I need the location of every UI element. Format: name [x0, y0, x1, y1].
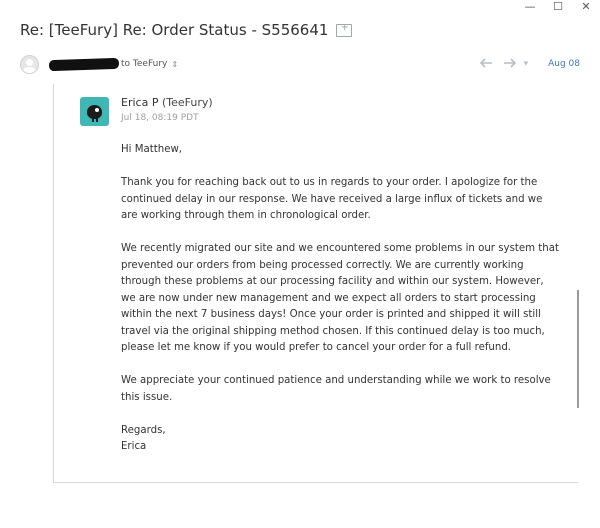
chevron-down-icon[interactable]: ▾ [524, 59, 529, 69]
sender-avatar [20, 54, 39, 74]
reply-icon[interactable] [479, 57, 494, 71]
subject-row: Re: [TeeFury] Re: Order Status - S556641 [20, 18, 580, 42]
message-date[interactable]: Aug 08 [548, 59, 580, 69]
bird-eye [95, 108, 99, 112]
close-button[interactable]: ✕ [580, 1, 592, 13]
reply-sender: Erica P (TeeFury) [121, 96, 213, 109]
signoff: Regards, [121, 424, 166, 436]
message-body: Hi Matthew, Thank you for reaching back … [121, 142, 561, 456]
bird-icon [87, 105, 102, 119]
scrollbar[interactable] [577, 290, 579, 408]
thread-indent-line [53, 84, 54, 482]
message-subject: Re: [TeeFury] Re: Order Status - S556641 [20, 21, 329, 39]
teefury-logo [80, 97, 109, 126]
bird-leg [96, 118, 98, 122]
window-controls: — ☐ ✕ [524, 0, 592, 14]
signature: Erica [121, 441, 147, 452]
maximize-button[interactable]: ☐ [552, 1, 564, 13]
sender-name: Erica P [121, 96, 159, 109]
greeting: Hi Matthew, [121, 144, 183, 155]
sender-row: to TeeFury ⇕ ▾ Aug 08 [20, 54, 580, 74]
minimize-button[interactable]: — [524, 1, 536, 13]
folder-add-icon[interactable] [336, 22, 353, 37]
reply-timestamp: Jul 18, 08:19 PDT [121, 113, 199, 123]
thread-bottom-border [53, 482, 578, 483]
redacted-sender [48, 57, 120, 71]
recipient-text: to TeeFury [121, 59, 168, 69]
body-paragraph: We appreciate your continued patience an… [121, 375, 551, 403]
recipient-dropdown-icon[interactable]: ⇕ [171, 60, 178, 69]
message-actions: ▾ Aug 08 [479, 54, 580, 74]
sender-org: (TeeFury) [161, 96, 213, 109]
body-paragraph: We recently migrated our site and we enc… [121, 243, 559, 353]
bird-leg [92, 118, 94, 122]
body-paragraph: Thank you for reaching back out to us in… [121, 177, 543, 221]
forward-icon[interactable] [502, 57, 516, 71]
